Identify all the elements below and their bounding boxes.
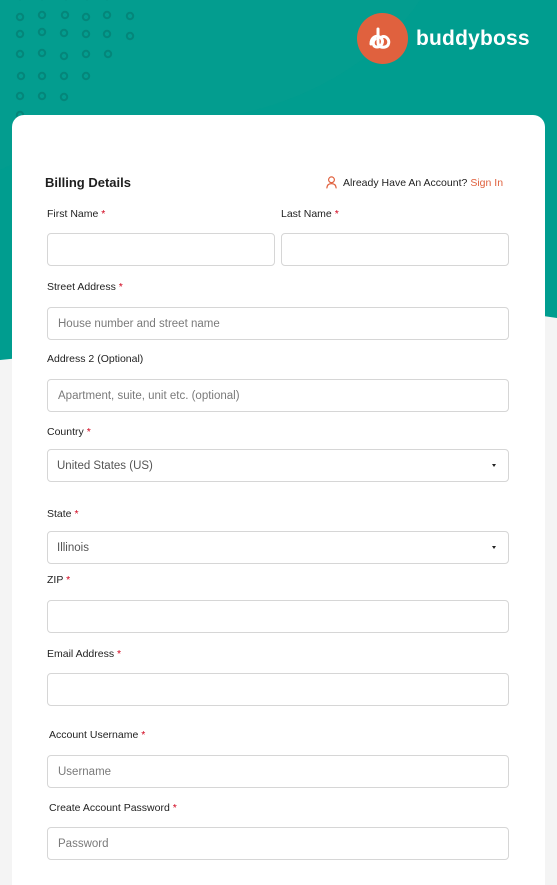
state-selected-value: Illinois: [57, 541, 89, 554]
user-icon: [326, 176, 337, 189]
country-label-text: Country: [47, 426, 84, 438]
street-address-label: Street Address *: [47, 281, 123, 293]
state-label-text: State: [47, 508, 72, 520]
login-prompt: Already Have An Account? Sign In: [326, 176, 503, 189]
zip-input[interactable]: [47, 600, 509, 633]
email-label-text: Email Address: [47, 648, 115, 660]
first-name-label-text: First Name: [47, 208, 99, 220]
required-asterisk: *: [334, 208, 339, 220]
email-label: Email Address *: [47, 648, 121, 660]
country-select[interactable]: United States (US): [47, 449, 509, 482]
password-label: Create Account Password *: [49, 802, 177, 814]
email-input[interactable]: [47, 673, 509, 706]
street-address-label-text: Street Address: [47, 281, 116, 293]
billing-form-card: Billing Details Already Have An Account?…: [12, 115, 545, 885]
first-name-label: First Name *: [47, 208, 105, 220]
buddyboss-logo-icon: [357, 13, 408, 64]
state-label: State *: [47, 508, 79, 520]
chevron-down-icon: [492, 464, 496, 467]
username-input[interactable]: [47, 755, 509, 788]
section-title: Billing Details: [45, 175, 131, 190]
zip-label-text: ZIP: [47, 574, 64, 586]
required-asterisk: *: [117, 648, 122, 660]
sign-in-link[interactable]: Sign In: [470, 177, 503, 189]
required-asterisk: *: [141, 729, 146, 741]
required-asterisk: *: [86, 426, 91, 438]
brand-name: buddyboss: [416, 26, 530, 50]
username-label-text: Account Username: [49, 729, 139, 741]
first-name-input[interactable]: [47, 233, 275, 266]
required-asterisk: *: [74, 508, 79, 520]
required-asterisk: *: [172, 802, 177, 814]
zip-label: ZIP *: [47, 574, 70, 586]
required-asterisk: *: [101, 208, 106, 220]
chevron-down-icon: [492, 546, 496, 549]
address2-label-text: Address 2 (Optional): [47, 353, 144, 365]
last-name-input[interactable]: [281, 233, 509, 266]
address2-label: Address 2 (Optional): [47, 353, 143, 365]
last-name-label-text: Last Name: [281, 208, 332, 220]
password-input[interactable]: [47, 827, 509, 860]
required-asterisk: *: [118, 281, 123, 293]
last-name-label: Last Name *: [281, 208, 339, 220]
login-prompt-text: Already Have An Account?: [343, 176, 468, 189]
password-label-text: Create Account Password: [49, 802, 170, 814]
username-label: Account Username *: [49, 729, 145, 741]
country-label: Country *: [47, 426, 91, 438]
address2-input[interactable]: [47, 379, 509, 412]
brand-logo[interactable]: buddyboss: [357, 13, 530, 64]
required-asterisk: *: [66, 574, 71, 586]
state-select[interactable]: Illinois: [47, 531, 509, 564]
country-selected-value: United States (US): [57, 459, 153, 472]
street-address-input[interactable]: [47, 307, 509, 340]
